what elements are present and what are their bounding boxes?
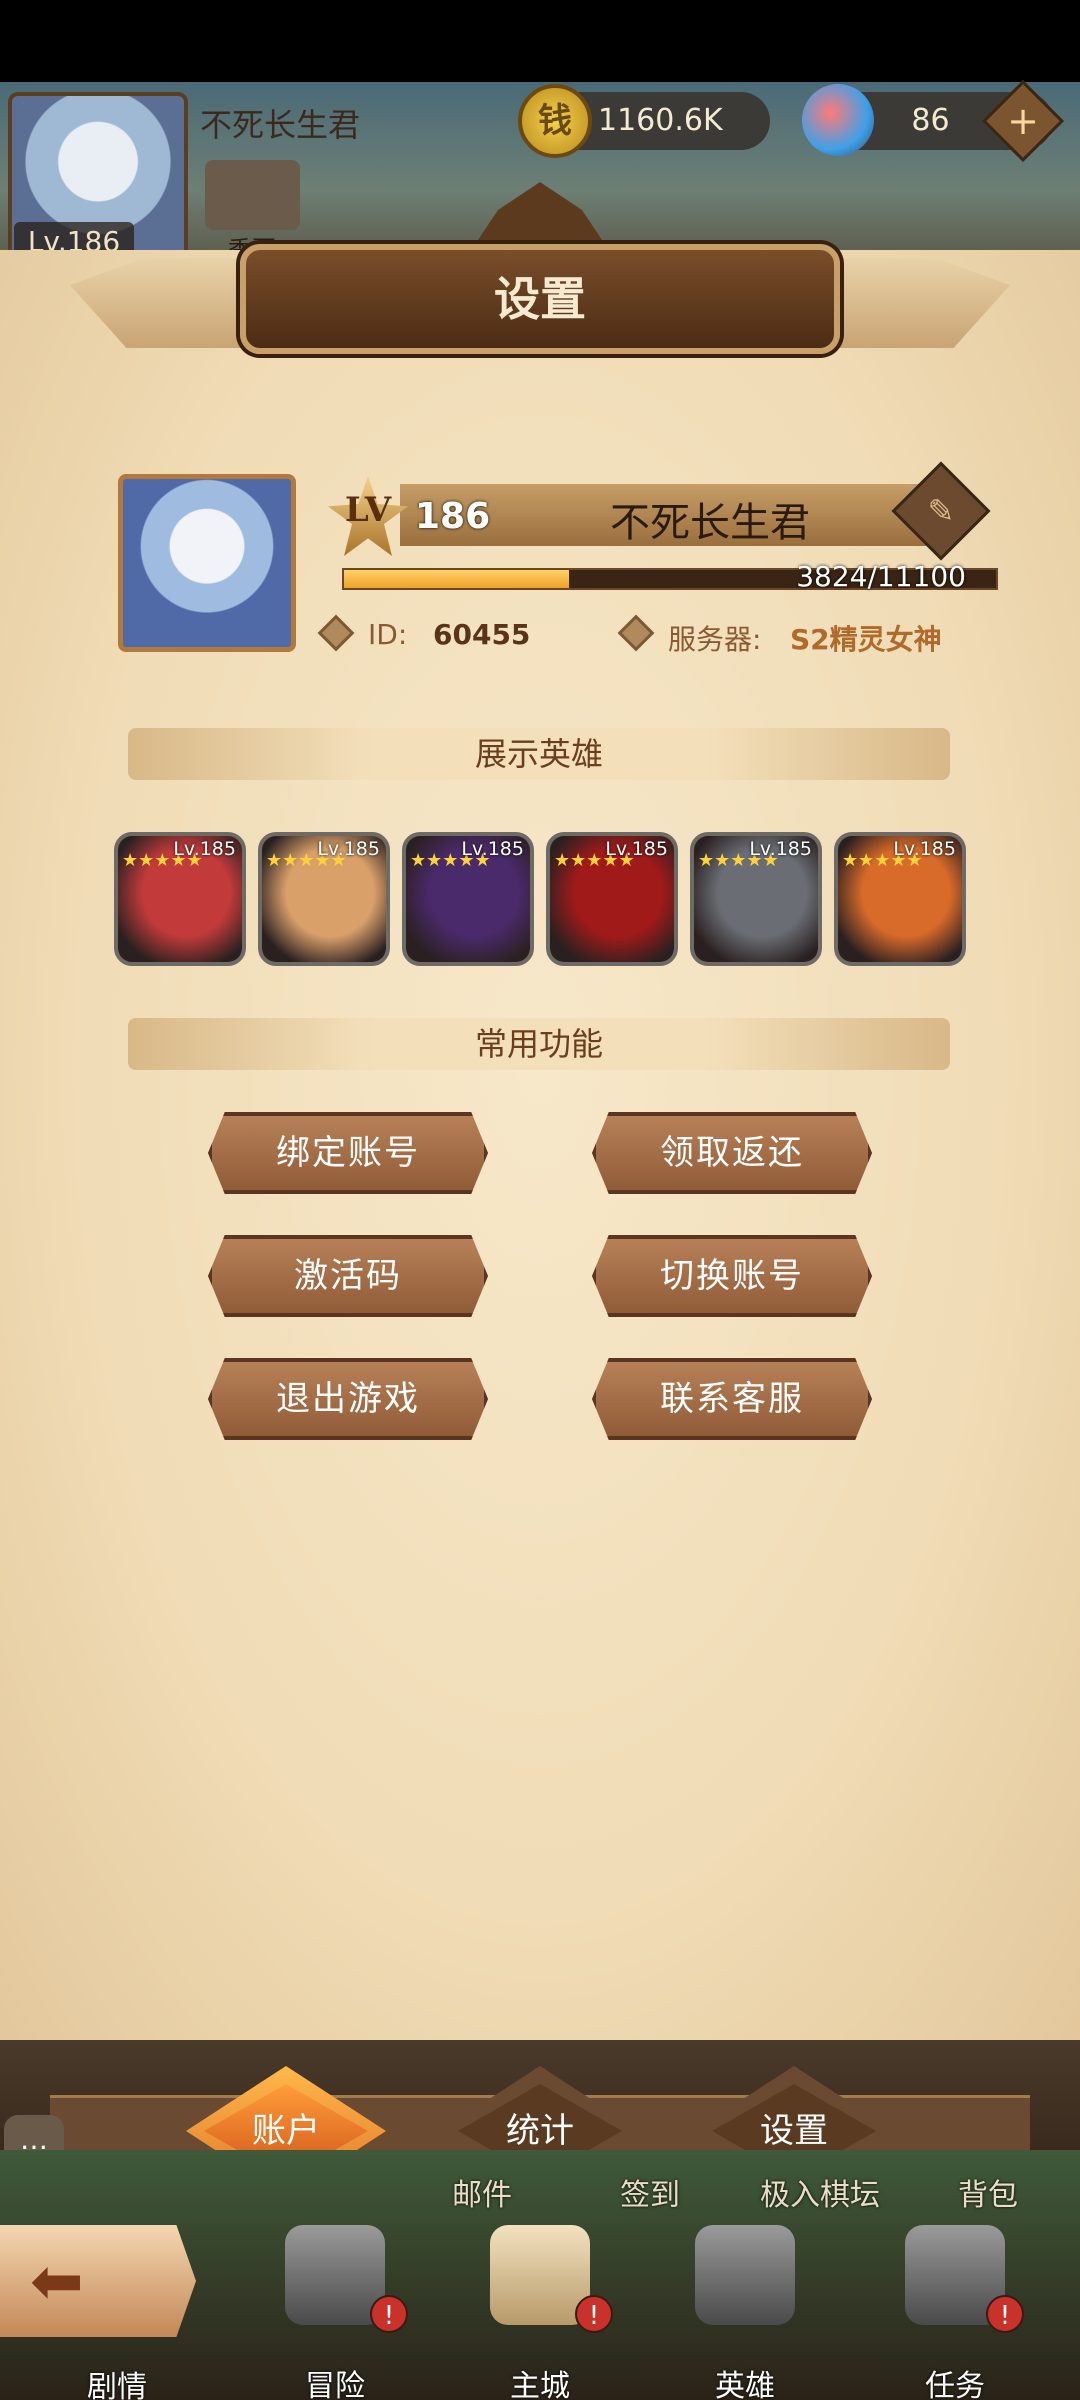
- dialog-title: 设置: [494, 272, 586, 326]
- xp-bar-fill: [344, 570, 569, 588]
- hero-level: Lv.185: [893, 838, 956, 860]
- player-level: 186: [415, 496, 491, 537]
- nav-main-city[interactable]: 主城 !: [465, 2225, 615, 2400]
- alert-icon: !: [370, 2295, 408, 2333]
- nav-tasks[interactable]: 任务 !: [880, 2225, 1030, 2400]
- activation-code-button[interactable]: 激活码: [208, 1235, 488, 1317]
- plus-icon: +: [1007, 99, 1039, 143]
- hero-stars: ★★★★★: [410, 850, 491, 871]
- contact-support-button[interactable]: 联系客服: [592, 1358, 872, 1440]
- hero-card[interactable]: ★★★★★ Lv.185: [690, 832, 822, 966]
- xp-text: 3824/11100: [796, 560, 966, 593]
- hero-stars: ★★★★★: [554, 850, 635, 871]
- functions-title: 常用功能: [474, 1025, 603, 1063]
- hero-level: Lv.185: [461, 838, 524, 860]
- coin-icon: 钱: [518, 84, 592, 158]
- player-name: 不死长生君: [610, 500, 810, 546]
- hero-card[interactable]: ★★★★★ Lv.185: [114, 832, 246, 966]
- switch-account-button[interactable]: 切换账号: [592, 1235, 872, 1317]
- bag-label[interactable]: 背包: [958, 2170, 1018, 2214]
- level-badge-label: LV: [344, 490, 392, 530]
- id-value: 60455: [433, 618, 531, 651]
- hero-level: Lv.185: [605, 838, 668, 860]
- nav-tasks-label: 任务: [925, 2369, 985, 2400]
- hero-card[interactable]: ★★★★★ Lv.185: [834, 832, 966, 966]
- hero-stars: ★★★★★: [266, 850, 347, 871]
- hero-stars: ★★★★★: [698, 850, 779, 871]
- hero-card[interactable]: ★★★★★ Lv.185: [546, 832, 678, 966]
- hero-stars: ★★★★★: [842, 850, 923, 871]
- hero-level: Lv.185: [317, 838, 380, 860]
- nav-adventure-label: 冒险: [305, 2369, 365, 2400]
- hero-level: Lv.185: [173, 838, 236, 860]
- alert-icon: !: [575, 2295, 613, 2333]
- mail-label[interactable]: 邮件: [452, 2170, 512, 2214]
- gem-icon: [802, 84, 874, 156]
- profile-avatar[interactable]: [118, 474, 296, 652]
- id-label: ID:: [368, 618, 408, 651]
- top-player-name: 不死长生君: [200, 106, 361, 144]
- nav-main-city-label: 主城: [510, 2369, 570, 2400]
- hero-stars: ★★★★★: [122, 850, 203, 871]
- showcase-title: 展示英雄: [474, 735, 603, 773]
- hero-card[interactable]: ★★★★★ Lv.185: [258, 832, 390, 966]
- helmet-icon: [695, 2225, 795, 2325]
- nav-story[interactable]: 剧情: [42, 2250, 192, 2400]
- server-label: 服务器:: [668, 623, 762, 656]
- nav-adventure[interactable]: 冒险 !: [260, 2225, 410, 2400]
- feather-icon: ✎: [927, 492, 955, 530]
- bind-account-button[interactable]: 绑定账号: [208, 1112, 488, 1194]
- season-pass-icon[interactable]: [205, 160, 300, 230]
- hero-card[interactable]: ★★★★★ Lv.185: [402, 832, 534, 966]
- claim-rebate-button[interactable]: 领取返还: [592, 1112, 872, 1194]
- exit-game-button[interactable]: 退出游戏: [208, 1358, 488, 1440]
- hero-level: Lv.185: [749, 838, 812, 860]
- server-value: S2精灵女神: [790, 623, 942, 656]
- sign-in-label[interactable]: 签到: [620, 2170, 680, 2214]
- nav-heroes-label: 英雄: [715, 2369, 775, 2400]
- nav-heroes[interactable]: 英雄: [670, 2225, 820, 2400]
- alert-icon: !: [986, 2295, 1024, 2333]
- chess-label[interactable]: 极入棋坛: [760, 2170, 880, 2214]
- status-bar: [0, 0, 1080, 82]
- nav-story-label: 剧情: [87, 2370, 147, 2400]
